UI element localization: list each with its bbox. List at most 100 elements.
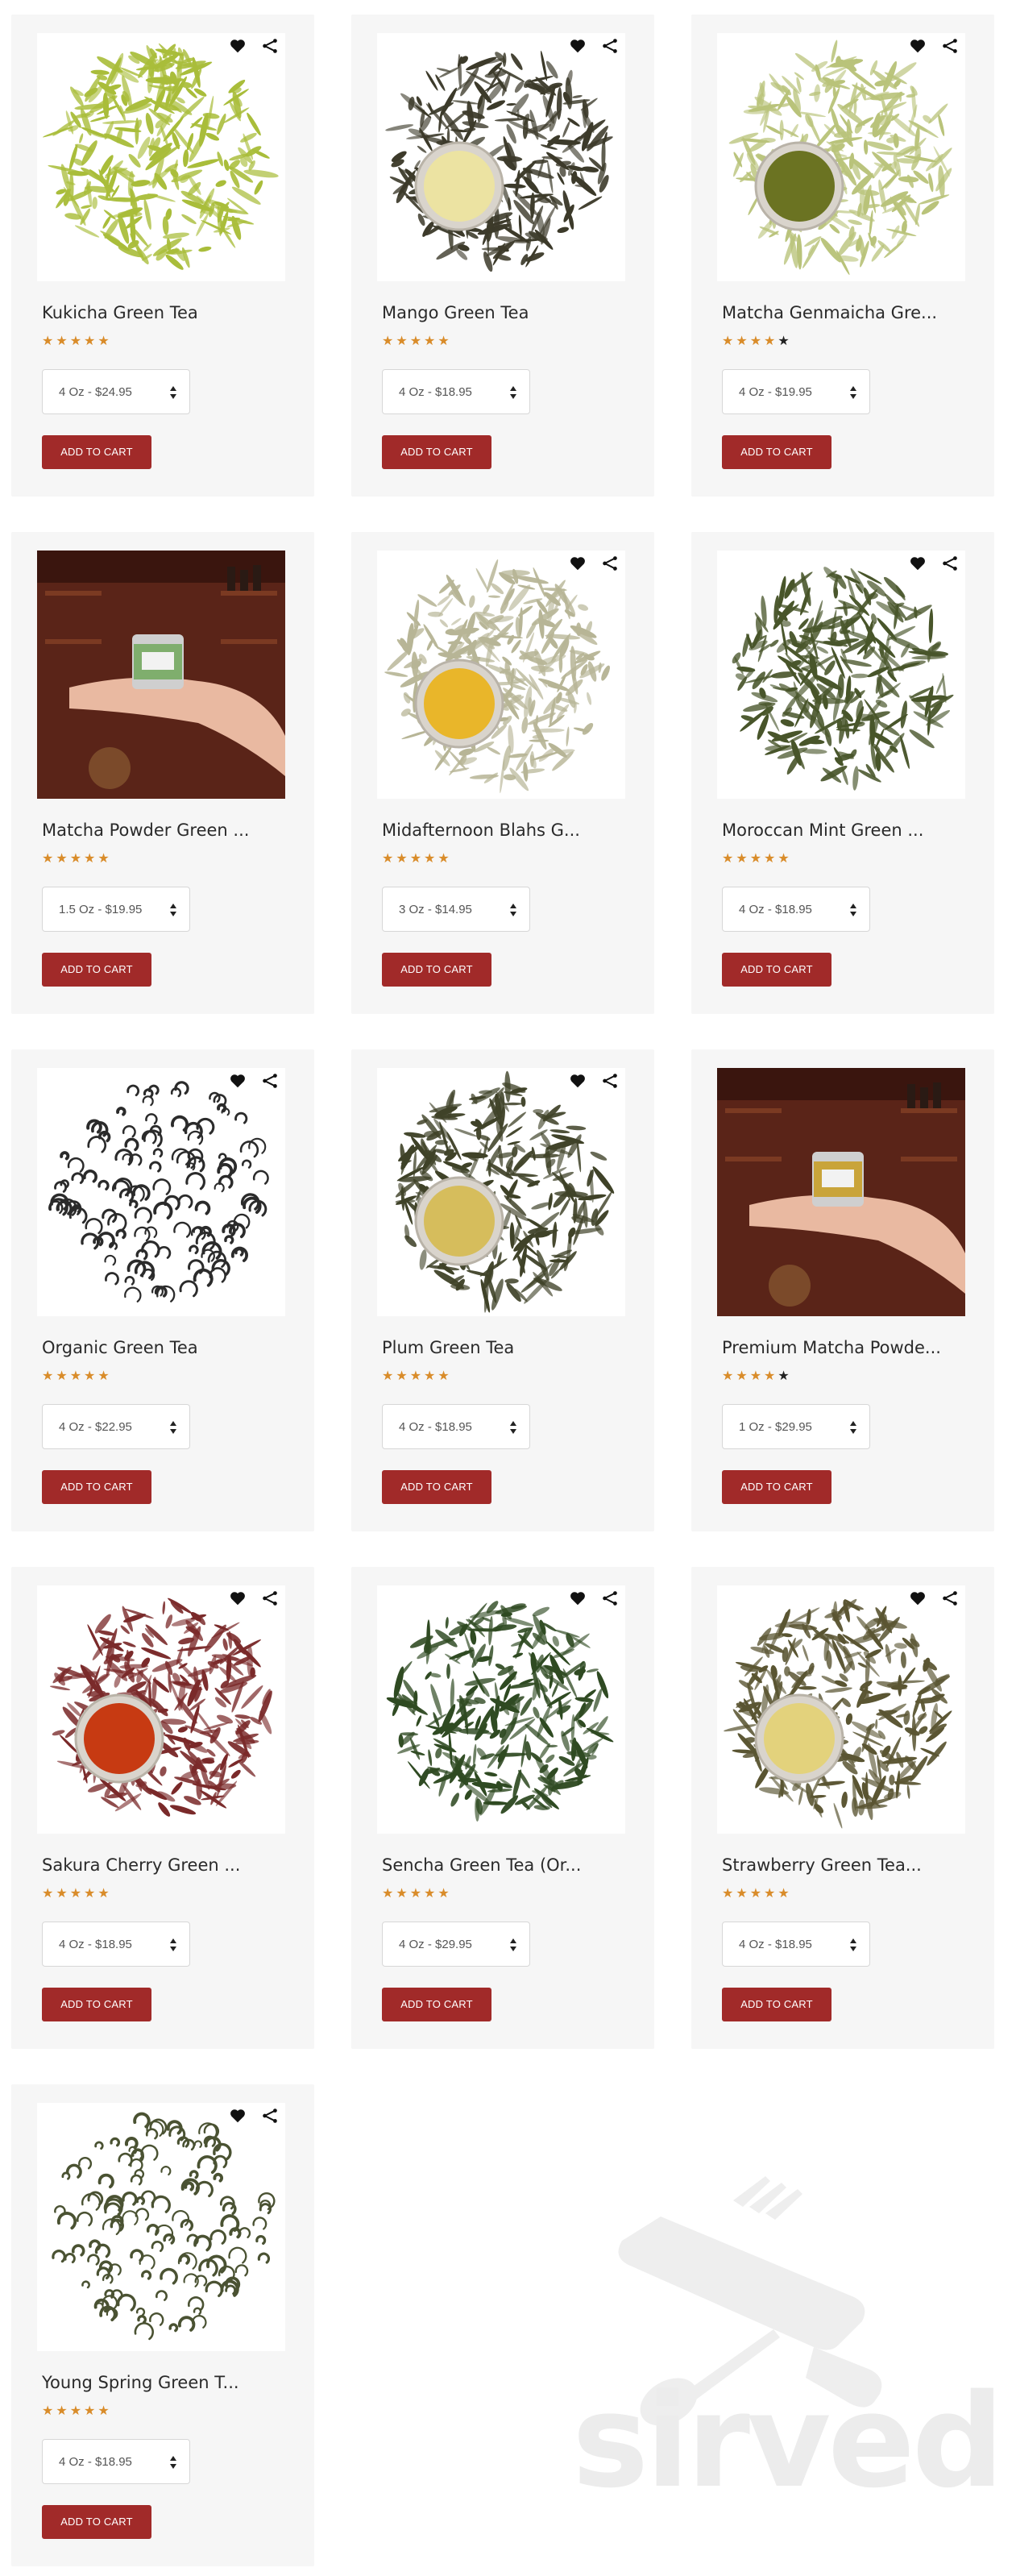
- product-image[interactable]: [717, 1068, 965, 1316]
- add-to-cart-button[interactable]: ADD TO CART: [382, 1988, 491, 2021]
- star-icon: ★: [97, 852, 110, 866]
- share-icon[interactable]: [941, 555, 959, 572]
- heart-icon[interactable]: [229, 37, 247, 55]
- add-to-cart-button[interactable]: ADD TO CART: [382, 435, 491, 469]
- add-to-cart-button[interactable]: ADD TO CART: [382, 1470, 491, 1504]
- product-image[interactable]: [717, 33, 965, 281]
- share-icon[interactable]: [941, 1589, 959, 1607]
- product-title[interactable]: Plum Green Tea: [382, 1338, 632, 1357]
- add-to-cart-button[interactable]: ADD TO CART: [722, 1988, 831, 2021]
- product-title[interactable]: Kukicha Green Tea: [42, 303, 292, 322]
- size-select-value: 4 Oz - $18.95: [399, 1419, 472, 1434]
- heart-icon[interactable]: [569, 555, 587, 572]
- add-to-cart-button[interactable]: ADD TO CART: [42, 1988, 151, 2021]
- add-to-cart-button[interactable]: ADD TO CART: [42, 1470, 151, 1504]
- add-to-cart-button[interactable]: ADD TO CART: [42, 953, 151, 987]
- share-icon[interactable]: [601, 555, 619, 572]
- star-icon: ★: [69, 334, 82, 348]
- add-to-cart-button[interactable]: ADD TO CART: [722, 1470, 831, 1504]
- product-image[interactable]: [717, 1585, 965, 1834]
- size-select[interactable]: 4 Oz - $19.95: [722, 369, 870, 414]
- product-title[interactable]: Strawberry Green Tea...: [722, 1855, 972, 1875]
- share-icon[interactable]: [261, 2107, 279, 2125]
- star-icon: ★: [84, 1369, 96, 1383]
- share-icon[interactable]: [261, 1072, 279, 1090]
- star-icon: ★: [736, 1887, 748, 1901]
- share-icon[interactable]: [601, 1589, 619, 1607]
- product-image[interactable]: [37, 33, 285, 281]
- sort-arrows-icon: [510, 903, 516, 917]
- star-icon: ★: [69, 1887, 82, 1901]
- add-to-cart-button[interactable]: ADD TO CART: [722, 435, 831, 469]
- star-icon: ★: [409, 334, 422, 348]
- size-select[interactable]: 4 Oz - $18.95: [382, 369, 530, 414]
- size-select[interactable]: 1 Oz - $29.95: [722, 1404, 870, 1449]
- size-select[interactable]: 1.5 Oz - $19.95: [42, 887, 190, 932]
- rating-stars: ★ ★ ★ ★ ★: [722, 853, 790, 866]
- product-image[interactable]: [37, 1585, 285, 1834]
- size-select[interactable]: 4 Oz - $18.95: [42, 1922, 190, 1967]
- heart-icon[interactable]: [569, 1589, 587, 1607]
- size-select[interactable]: 3 Oz - $14.95: [382, 887, 530, 932]
- share-icon[interactable]: [601, 37, 619, 55]
- heart-icon[interactable]: [229, 2107, 247, 2125]
- card-actions: [569, 555, 619, 572]
- product-image[interactable]: [377, 33, 625, 281]
- product-title[interactable]: Matcha Genmaicha Gre...: [722, 303, 972, 322]
- size-select[interactable]: 4 Oz - $18.95: [722, 887, 870, 932]
- heart-icon[interactable]: [569, 1072, 587, 1090]
- star-icon: ★: [749, 852, 762, 866]
- product-title[interactable]: Matcha Powder Green ...: [42, 821, 292, 840]
- size-select[interactable]: 4 Oz - $18.95: [722, 1922, 870, 1967]
- star-icon: ★: [736, 1369, 748, 1383]
- size-select[interactable]: 4 Oz - $29.95: [382, 1922, 530, 1967]
- product-image[interactable]: [37, 1068, 285, 1316]
- star-icon: ★: [438, 334, 450, 348]
- share-icon[interactable]: [261, 1589, 279, 1607]
- rating-stars: ★ ★ ★ ★ ★: [382, 335, 450, 348]
- star-icon: ★: [396, 1369, 408, 1383]
- star-icon: ★: [736, 334, 748, 348]
- product-image[interactable]: [37, 2103, 285, 2351]
- product-title[interactable]: Mango Green Tea: [382, 303, 632, 322]
- size-select[interactable]: 4 Oz - $24.95: [42, 369, 190, 414]
- product-title[interactable]: Sakura Cherry Green ...: [42, 1855, 292, 1875]
- rating-stars: ★ ★ ★ ★ ★: [42, 335, 110, 348]
- share-icon[interactable]: [601, 1072, 619, 1090]
- heart-icon[interactable]: [909, 555, 927, 572]
- heart-icon[interactable]: [229, 1072, 247, 1090]
- product-title[interactable]: Midafternoon Blahs G...: [382, 821, 632, 840]
- star-icon: ★: [42, 1369, 54, 1383]
- card-actions: [229, 1072, 279, 1090]
- product-title[interactable]: Premium Matcha Powde...: [722, 1338, 972, 1357]
- star-icon: ★: [764, 1887, 776, 1901]
- watermark-text: sirved: [572, 2366, 1004, 2516]
- size-select[interactable]: 4 Oz - $18.95: [42, 2439, 190, 2484]
- share-icon[interactable]: [941, 37, 959, 55]
- size-select-value: 3 Oz - $14.95: [399, 902, 472, 916]
- size-select[interactable]: 4 Oz - $18.95: [382, 1404, 530, 1449]
- product-title[interactable]: Organic Green Tea: [42, 1338, 292, 1357]
- add-to-cart-button[interactable]: ADD TO CART: [42, 435, 151, 469]
- size-select[interactable]: 4 Oz - $22.95: [42, 1404, 190, 1449]
- product-image[interactable]: [377, 1068, 625, 1316]
- heart-icon[interactable]: [909, 37, 927, 55]
- star-icon: ★: [764, 334, 776, 348]
- product-image[interactable]: [377, 1585, 625, 1834]
- star-icon: ★: [749, 334, 762, 348]
- product-image[interactable]: [717, 551, 965, 799]
- product-image[interactable]: [377, 551, 625, 799]
- star-icon: ★: [396, 852, 408, 866]
- share-icon[interactable]: [261, 37, 279, 55]
- product-title[interactable]: Moroccan Mint Green ...: [722, 821, 972, 840]
- product-image[interactable]: [37, 551, 285, 799]
- add-to-cart-button[interactable]: ADD TO CART: [722, 953, 831, 987]
- sort-arrows-icon: [850, 385, 856, 400]
- product-title[interactable]: Young Spring Green T...: [42, 2373, 292, 2392]
- heart-icon[interactable]: [909, 1589, 927, 1607]
- add-to-cart-button[interactable]: ADD TO CART: [42, 2505, 151, 2539]
- product-title[interactable]: Sencha Green Tea (Or...: [382, 1855, 632, 1875]
- heart-icon[interactable]: [229, 1589, 247, 1607]
- add-to-cart-button[interactable]: ADD TO CART: [382, 953, 491, 987]
- heart-icon[interactable]: [569, 37, 587, 55]
